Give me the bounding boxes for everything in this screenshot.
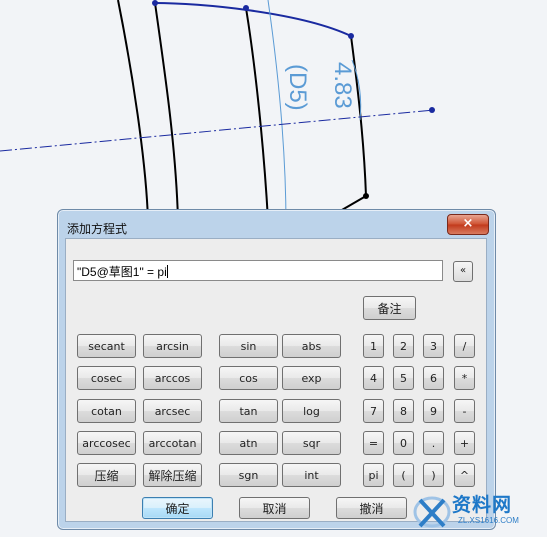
function-button[interactable]: secant — [77, 334, 136, 358]
function-button[interactable]: arccosec — [77, 431, 136, 455]
vertex-point — [152, 0, 158, 6]
keypad-button[interactable]: ^ — [454, 463, 475, 487]
dimension-name: (D5) — [284, 64, 311, 111]
equation-text: "D5@草图1" = pi — [77, 265, 167, 279]
function-button[interactable]: cotan — [77, 399, 136, 423]
add-equation-dialog: 添加方程式 × "D5@草图1" = pi « 备注 secant arcsin s… — [57, 209, 496, 530]
text-caret — [166, 265, 168, 278]
keypad-button[interactable]: 8 — [393, 399, 414, 423]
keypad-button[interactable]: - — [454, 399, 475, 423]
dialog-title: 添加方程式 — [67, 222, 128, 236]
vertex-point — [429, 107, 435, 113]
function-button[interactable]: 解除压缩 — [143, 463, 202, 487]
vertex-point — [363, 193, 369, 199]
keypad-button[interactable]: = — [363, 431, 384, 455]
function-button[interactable]: abs — [282, 334, 341, 358]
keypad-button[interactable]: * — [454, 366, 475, 390]
vertex-point — [348, 33, 354, 39]
function-button[interactable]: arcsec — [143, 399, 202, 423]
function-button[interactable]: sqr — [282, 431, 341, 455]
function-button[interactable]: sin — [219, 334, 278, 358]
function-button[interactable]: 压缩 — [77, 463, 136, 487]
keypad-button[interactable]: 3 — [423, 334, 444, 358]
ok-button[interactable]: 确定 — [142, 497, 213, 519]
collapse-button[interactable]: « — [453, 261, 473, 282]
keypad-button[interactable]: . — [423, 431, 444, 455]
function-button[interactable]: cos — [219, 366, 278, 390]
keypad-button[interactable]: ( — [393, 463, 414, 487]
function-button[interactable]: tan — [219, 399, 278, 423]
close-button[interactable]: × — [447, 214, 489, 235]
function-button[interactable]: atn — [219, 431, 278, 455]
keypad-button[interactable]: 6 — [423, 366, 444, 390]
keypad-button[interactable]: 0 — [393, 431, 414, 455]
cancel-button[interactable]: 取消 — [239, 497, 310, 519]
keypad-button[interactable]: + — [454, 431, 475, 455]
keypad-button[interactable]: 9 — [423, 399, 444, 423]
vertex-point — [243, 5, 249, 11]
function-button[interactable]: arcsin — [143, 334, 202, 358]
keypad-button[interactable]: 7 — [363, 399, 384, 423]
dialog-client-area: "D5@草图1" = pi « 备注 secant arcsin sin abs cos… — [65, 238, 487, 522]
undo-button[interactable]: 撤消 — [336, 497, 407, 519]
function-button[interactable]: log — [282, 399, 341, 423]
dimension-value[interactable]: 4.83 — [329, 62, 356, 109]
watermark-logo-icon — [413, 496, 451, 528]
keypad-button[interactable]: ) — [423, 463, 444, 487]
equation-input[interactable]: "D5@草图1" = pi — [73, 260, 443, 281]
note-button[interactable]: 备注 — [363, 296, 416, 320]
keypad-button[interactable]: 2 — [393, 334, 414, 358]
watermark-url: ZL.XS1616.COM — [458, 516, 519, 525]
site-watermark: 资料网 ZL.XS1616.COM — [412, 488, 544, 534]
function-button[interactable]: arccotan — [143, 431, 202, 455]
watermark-text: 资料网 — [452, 494, 513, 516]
keypad-button[interactable]: 5 — [393, 366, 414, 390]
function-button[interactable]: arccos — [143, 366, 202, 390]
keypad-button[interactable]: / — [454, 334, 475, 358]
keypad-button[interactable]: 4 — [363, 366, 384, 390]
function-button[interactable]: exp — [282, 366, 341, 390]
function-button[interactable]: sgn — [219, 463, 278, 487]
keypad-button[interactable]: pi — [363, 463, 384, 487]
keypad-button[interactable]: 1 — [363, 334, 384, 358]
function-button[interactable]: cosec — [77, 366, 136, 390]
function-button[interactable]: int — [282, 463, 341, 487]
